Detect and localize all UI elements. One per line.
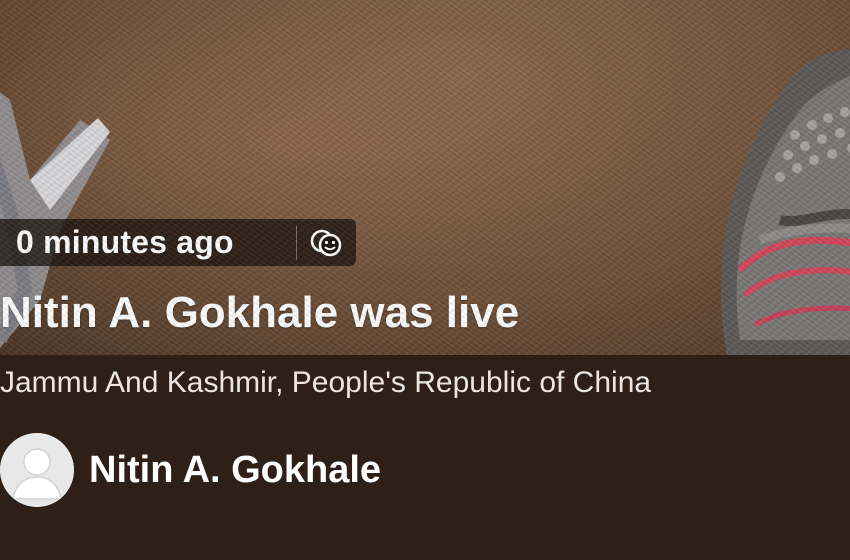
location-text: Jammu And Kashmir, People's Republic of … <box>0 366 652 399</box>
reactions-icon[interactable] <box>297 219 356 266</box>
time-ago-text: 0 minutes ago <box>16 224 234 260</box>
video-info-panel: Jammu And Kashmir, People's Republic of … <box>0 355 850 560</box>
right-shoe-image <box>720 49 850 355</box>
profile-link[interactable]: Nitin A. Gokhale <box>0 431 381 509</box>
time-ago-badge: 0 minutes ago <box>0 219 356 266</box>
default-avatar-icon[interactable] <box>0 433 74 507</box>
live-video-thumbnail[interactable]: 0 minutes ago Nitin A. Gokhale was live <box>0 0 850 355</box>
badge-divider <box>295 225 297 260</box>
left-shoe-image <box>0 92 110 348</box>
live-video-title[interactable]: Nitin A. Gokhale was live <box>0 288 519 338</box>
profile-name[interactable]: Nitin A. Gokhale <box>89 449 381 492</box>
